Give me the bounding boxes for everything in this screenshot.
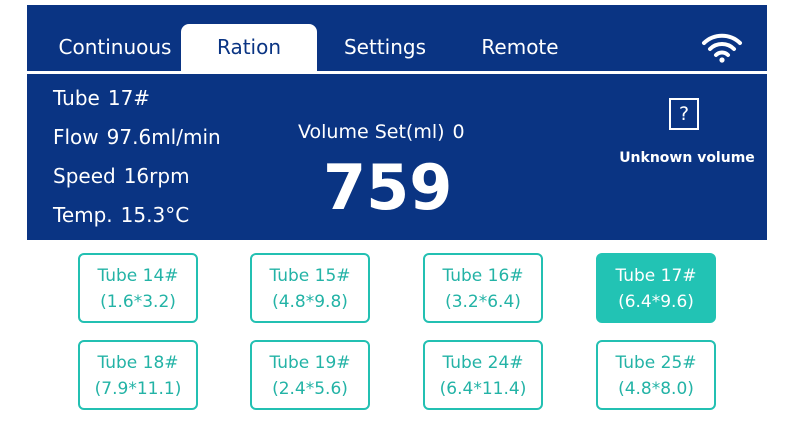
tube-size: (1.6*3.2) — [100, 292, 176, 312]
tube-button-18[interactable]: Tube 18# (7.9*11.1) — [78, 340, 198, 410]
current-volume: 759 — [323, 151, 453, 224]
tube-button-17[interactable]: Tube 17# (6.4*9.6) — [596, 253, 716, 323]
flow-label: Flow — [53, 125, 99, 149]
tube-label: Tube — [53, 86, 100, 110]
tube-button-19[interactable]: Tube 19# (2.4*5.6) — [250, 340, 370, 410]
tab-settings[interactable]: Settings — [317, 24, 453, 71]
volume-set[interactable]: Volume Set(ml) 0 — [298, 121, 465, 143]
volume-set-label: Volume Set(ml) — [298, 121, 445, 143]
volume-set-value: 0 — [452, 121, 465, 143]
wifi-icon[interactable] — [700, 30, 744, 64]
question-icon[interactable]: ? — [669, 98, 699, 130]
tube-size: (3.2*6.4) — [445, 292, 521, 312]
tube-name: Tube 18# — [97, 353, 179, 373]
tab-ration[interactable]: Ration — [181, 24, 317, 71]
top-nav-bar: Continuous Ration Settings Remote — [27, 5, 767, 71]
tube-name: Tube 15# — [269, 266, 351, 286]
tube-button-24[interactable]: Tube 24# (6.4*11.4) — [423, 340, 543, 410]
speed-label: Speed — [53, 164, 116, 188]
temp-value: 15.3°C — [120, 203, 190, 227]
tube-button-25[interactable]: Tube 25# (4.8*8.0) — [596, 340, 716, 410]
tab-remote[interactable]: Remote — [453, 24, 587, 71]
tube-button-15[interactable]: Tube 15# (4.8*9.8) — [250, 253, 370, 323]
flow-info: Flow 97.6ml/min — [53, 125, 221, 149]
tube-name: Tube 17# — [615, 266, 697, 286]
tube-name: Tube 19# — [269, 353, 351, 373]
tube-name: Tube 14# — [97, 266, 179, 286]
tube-info: Tube 17# — [53, 86, 150, 110]
tube-size: (2.4*5.6) — [272, 379, 348, 399]
tube-value: 17# — [107, 86, 151, 110]
tube-name: Tube 16# — [442, 266, 524, 286]
speed-value: 16rpm — [123, 164, 190, 188]
tube-name: Tube 25# — [615, 353, 697, 373]
tube-name: Tube 24# — [442, 353, 524, 373]
unknown-volume-label[interactable]: Unknown volume — [612, 150, 762, 166]
tube-size: (6.4*11.4) — [439, 379, 527, 399]
temp-info: Temp. 15.3°C — [53, 203, 189, 227]
tube-size: (4.8*9.8) — [272, 292, 348, 312]
tube-size: (4.8*8.0) — [618, 379, 694, 399]
tab-continuous[interactable]: Continuous — [47, 24, 183, 71]
tube-size: (7.9*11.1) — [94, 379, 182, 399]
flow-value: 97.6ml/min — [106, 125, 221, 149]
tube-button-14[interactable]: Tube 14# (1.6*3.2) — [78, 253, 198, 323]
tube-button-16[interactable]: Tube 16# (3.2*6.4) — [423, 253, 543, 323]
status-panel: Tube 17# Flow 97.6ml/min Speed 16rpm Temp. 1… — [27, 74, 767, 240]
temp-label: Temp. — [53, 203, 113, 227]
tube-size: (6.4*9.6) — [618, 292, 694, 312]
speed-info: Speed 16rpm — [53, 164, 190, 188]
